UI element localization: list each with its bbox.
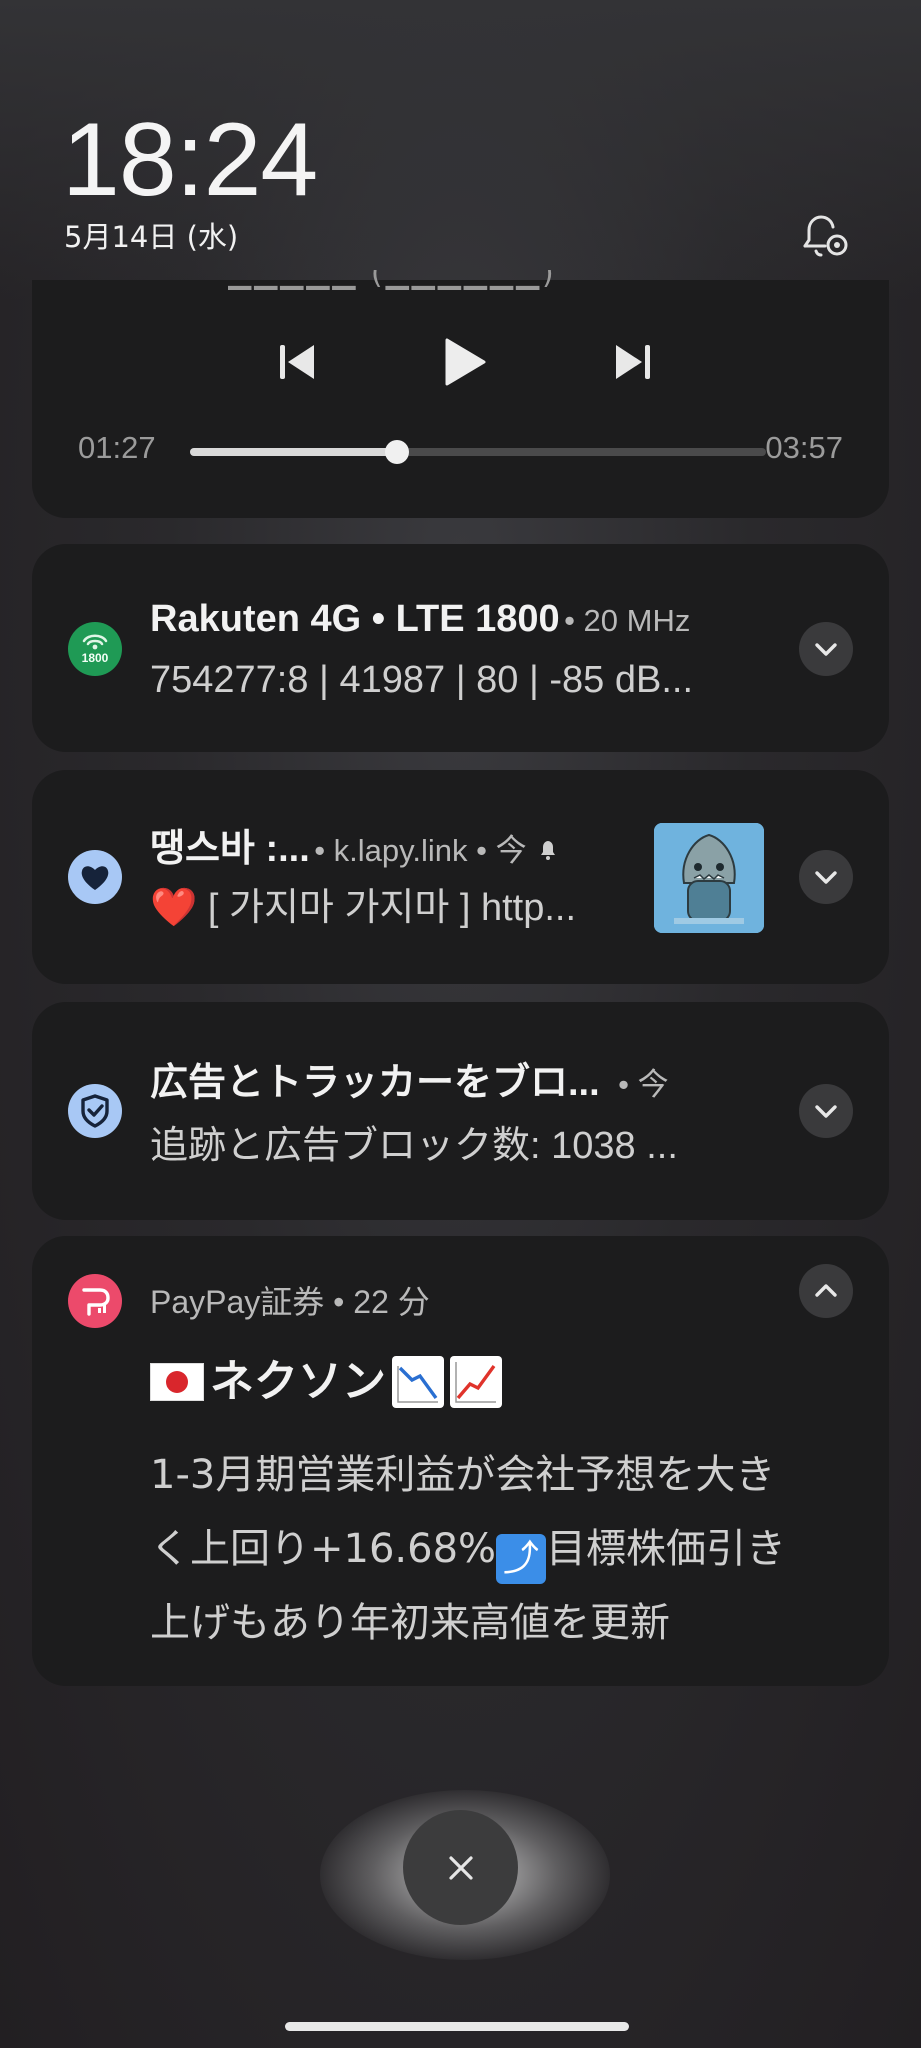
japan-flag-icon (150, 1363, 204, 1401)
body-line-2: く上回り+16.68% ⤴ 目標株価引き (150, 1512, 870, 1586)
elapsed-time: 01:27 (78, 430, 156, 465)
clear-all-button[interactable] (403, 1810, 518, 1925)
notification-meta: • 20 MHz (564, 603, 691, 638)
chevron-down-icon (815, 643, 837, 656)
body-line-2-text: く上回り+16.68% (150, 1526, 497, 1572)
notification-body: ❤️ [ 가지마 가지마 ] http... (150, 886, 650, 932)
home-gesture-bar[interactable] (285, 2022, 629, 2031)
shield-check-icon (68, 1084, 122, 1138)
media-title-cut: ▁▁▁▁▁ (▁▁▁▁▁▁) (228, 270, 557, 290)
body-line-2-tail: 目標株価引き (546, 1526, 787, 1572)
chevron-up-icon (815, 1284, 837, 1297)
notification-title: 広告とトラッカーをブロ... (150, 1062, 600, 1104)
notification-adblock[interactable]: 広告とトラッカーをブロ... • 今 追跡と広告ブロック数: 1038 ... (32, 1002, 889, 1220)
expand-button[interactable] (799, 622, 853, 676)
notification-title: Rakuten 4G • LTE 1800 (150, 598, 560, 640)
notification-app-name: PayPay証券 • 22 分 (150, 1284, 430, 1320)
next-track-button[interactable] (602, 332, 662, 392)
media-player-card: ▁▁▁▁▁ (▁▁▁▁▁▁) 01:27 03:57 (32, 270, 889, 518)
chevron-down-icon (815, 1105, 837, 1118)
chevron-down-icon (815, 871, 837, 884)
notification-header: 広告とトラッカーをブロ... • 今 (150, 1064, 669, 1102)
notification-headline: ネクソン (150, 1356, 502, 1408)
notification-body: 754277:8 | 41987 | 80 | -85 dB... (150, 659, 694, 701)
notification-meta: • k.lapy.link • 今 (314, 833, 527, 868)
notification-title: 땡스바 :... (150, 828, 310, 870)
track-duration: 03:57 (765, 430, 843, 465)
headline-text: ネクソン (210, 1356, 386, 1407)
collapse-button[interactable] (799, 1264, 853, 1318)
expand-button[interactable] (799, 1084, 853, 1138)
close-icon (448, 1855, 473, 1880)
notification-network-info[interactable]: 1800 Rakuten 4G • LTE 1800 • 20 MHz 7542… (32, 544, 889, 752)
body-line-1: 1-3月期営業利益が会社予想を大き (150, 1452, 776, 1498)
notification-header: 땡스바 :... • k.lapy.link • 今 (150, 830, 561, 868)
lockscreen-clock: 18:24 (62, 102, 318, 218)
heart-icon (68, 850, 122, 904)
notification-header: Rakuten 4G • LTE 1800 • 20 MHz (150, 600, 690, 638)
previous-track-button[interactable] (268, 332, 328, 392)
play-button[interactable] (434, 332, 494, 392)
signal-icon-label: 1800 (82, 651, 109, 665)
playback-progress-fill (190, 448, 398, 456)
notification-paypay-securities[interactable]: PayPay証券 • 22 分 ネクソン 1-3月期営業利益が会社予想を大き く… (32, 1236, 889, 1686)
notification-body: 1-3月期営業利益が会社予想を大き く上回り+16.68% ⤴ 目標株価引き 上げも… (150, 1438, 870, 1660)
notification-body: 追跡と広告ブロック数: 1038 ... (150, 1125, 678, 1167)
heart-emoji: ❤️ (150, 887, 198, 929)
arrow-up-right-icon: ⤴ (496, 1534, 547, 1584)
notification-meta: • 今 (618, 1067, 669, 1102)
chart-increasing-icon (450, 1356, 502, 1408)
signal-tower-icon: 1800 (68, 622, 122, 676)
notification-body-text: [ 가지마 가지마 ] http... (197, 887, 577, 929)
seekbar-thumb[interactable] (385, 440, 410, 464)
notification-settings-icon[interactable] (797, 210, 851, 260)
chart-decreasing-icon (392, 1356, 444, 1408)
lockscreen-date: 5月14日 (水) (64, 220, 239, 254)
alert-bell-icon (541, 841, 556, 860)
playback-seekbar[interactable] (190, 440, 766, 464)
paypay-securities-icon (68, 1274, 122, 1328)
body-line-3: 上げもあり年初来高値を更新 (150, 1600, 670, 1646)
notification-thanksbar[interactable]: 땡스바 :... • k.lapy.link • 今 ❤️ [ 가지마 가지마 … (32, 770, 889, 984)
expand-button[interactable] (799, 850, 853, 904)
shark-thumbnail (654, 823, 764, 933)
